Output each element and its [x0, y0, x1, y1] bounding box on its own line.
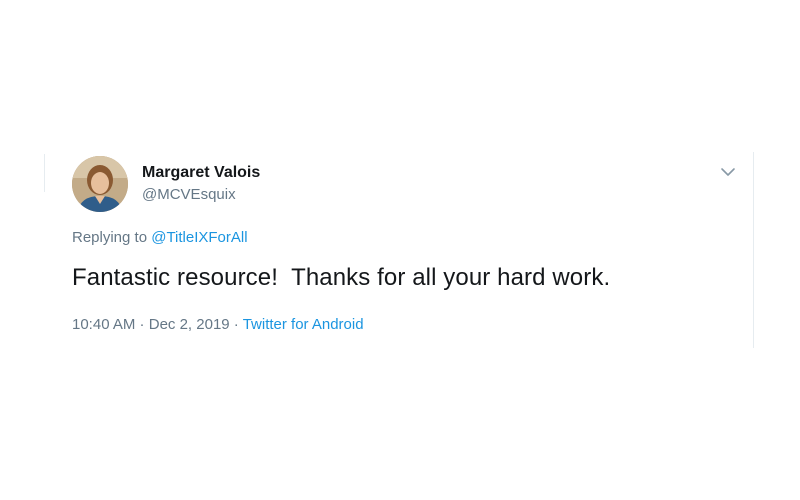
chevron-down-icon[interactable]: [718, 162, 738, 182]
replying-to-link[interactable]: @TitleIXForAll: [151, 229, 247, 246]
avatar-photo: [72, 156, 128, 212]
card-border-right: [753, 152, 754, 348]
replying-to-label: Replying to: [72, 229, 152, 246]
tweet-text: Fantastic resource! Thanks for all your …: [72, 264, 611, 291]
tweet-source-link[interactable]: Twitter for Android: [243, 316, 364, 333]
avatar[interactable]: [72, 156, 128, 212]
user-handle[interactable]: @MCVEsquix: [142, 186, 236, 203]
meta-separator: ·: [135, 316, 149, 333]
display-name[interactable]: Margaret Valois: [142, 164, 260, 182]
tweet-time[interactable]: 10:40 AM: [72, 316, 135, 333]
card-border-left: [44, 154, 45, 192]
meta-separator: ·: [229, 316, 243, 333]
replying-to-line: Replying to @TitleIXForAll: [72, 229, 248, 246]
tweet-date[interactable]: Dec 2, 2019: [149, 316, 230, 333]
tweet-meta: 10:40 AM · Dec 2, 2019 · Twitter for And…: [72, 316, 364, 333]
